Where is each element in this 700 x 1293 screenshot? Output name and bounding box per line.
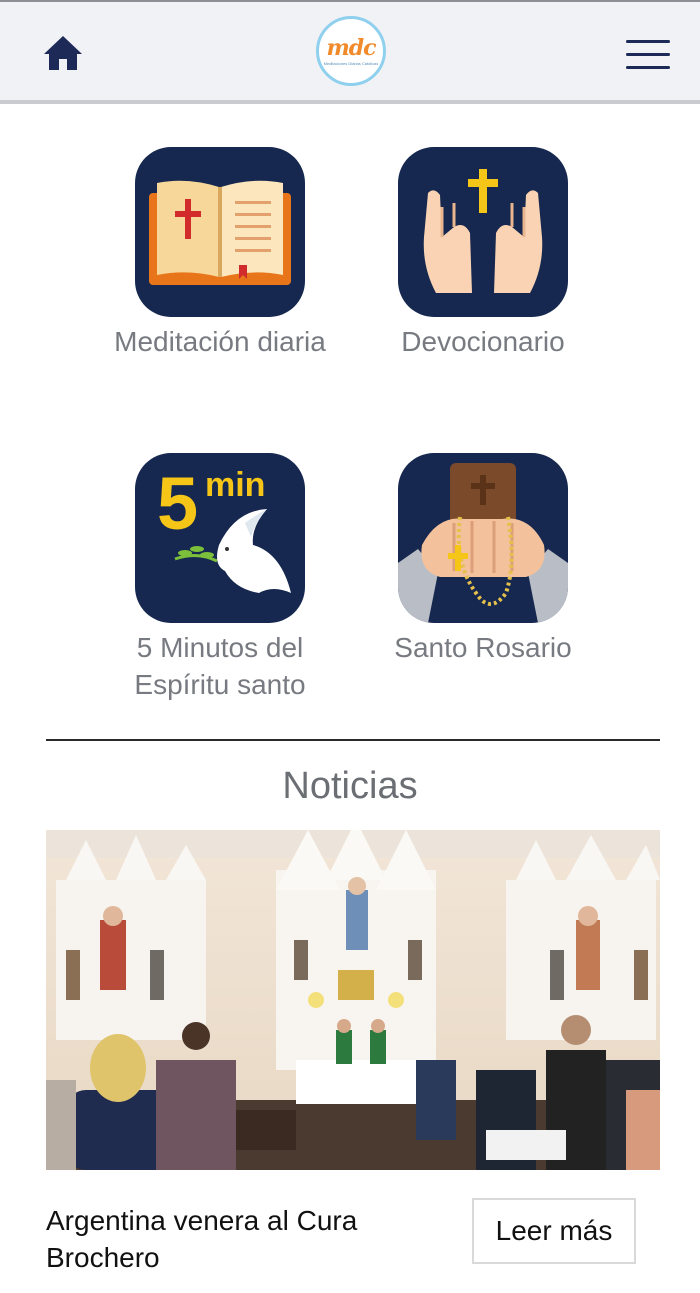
tile-5-minutos-espiritu-santo[interactable]: 5 min 5 Minutos del Espíritu santo: [105, 453, 335, 703]
home-button[interactable]: [40, 32, 86, 76]
section-divider: [46, 739, 660, 741]
home-icon: [44, 36, 82, 70]
dove-5min-icon: 5 min: [135, 453, 305, 623]
tile-santo-rosario[interactable]: Santo Rosario: [368, 453, 598, 666]
app-header: mdc Meditaciones Diarias Católicas: [0, 0, 700, 104]
hamburger-menu-icon: [626, 40, 670, 43]
tile-label: Devocionario: [401, 326, 565, 357]
app-logo[interactable]: mdc Meditaciones Diarias Católicas: [316, 16, 386, 86]
read-more-button[interactable]: Leer más: [472, 1198, 636, 1264]
open-bible-icon: [135, 147, 305, 317]
tile-devocionario[interactable]: Devocionario: [368, 147, 598, 360]
rosary-hands-icon: [398, 453, 568, 623]
menu-button[interactable]: [624, 38, 672, 72]
logo-subtext: Meditaciones Diarias Católicas: [323, 60, 379, 66]
logo-text: mdc: [326, 34, 376, 61]
tile-label: Santo Rosario: [394, 632, 572, 663]
hamburger-line: [626, 66, 670, 69]
tile-label: 5 Minutos del Espíritu santo: [134, 632, 306, 700]
hamburger-line: [626, 53, 670, 56]
tile-meditacion-diaria[interactable]: Meditación diaria: [105, 147, 335, 360]
church-mass-photo[interactable]: [46, 830, 660, 1170]
praying-hands-icon: [398, 147, 568, 317]
tile-label: Meditación diaria: [114, 326, 326, 357]
news-headline[interactable]: Argentina venera al Cura Brochero: [46, 1202, 426, 1276]
news-section-title: Noticias: [282, 765, 418, 807]
